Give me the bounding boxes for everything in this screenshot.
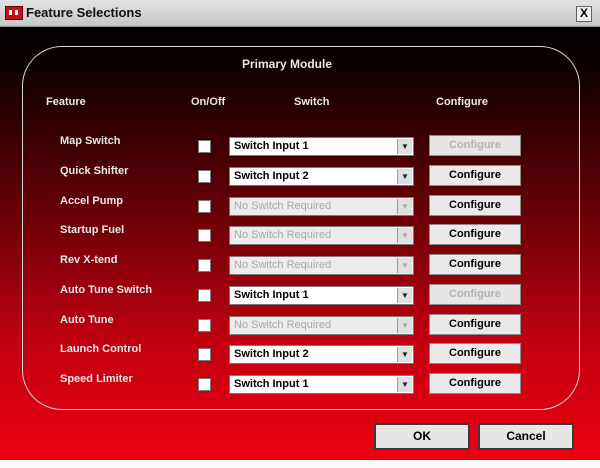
feature-enable-checkbox[interactable] [198,318,211,332]
window-title: Feature Selections [26,5,142,20]
chevron-down-icon[interactable]: ▼ [397,258,412,273]
header-onoff: On/Off [191,96,226,108]
feature-label: Accel Pump [60,194,123,207]
feature-selections-window: Feature Selections X Primary Module Feat… [0,0,600,468]
feature-label: Auto Tune [60,313,114,326]
feature-label: Launch Control [60,343,142,356]
feature-row: Auto Tune No Switch Required ▼ Configure [0,313,600,340]
switch-dropdown-value: No Switch Required [234,199,332,212]
feature-label: Quick Shifter [60,164,129,177]
feature-enable-checkbox[interactable] [198,378,211,391]
close-button[interactable]: X [576,6,592,22]
bottom-strip [0,460,600,468]
feature-row: Speed Limiter Switch Input 1 ▼ Configure [0,373,600,399]
configure-button[interactable]: Configure [429,283,521,305]
switch-dropdown[interactable]: Switch Input 2 ▼ [229,166,414,186]
switch-dropdown-value: No Switch Required [234,318,332,331]
switch-dropdown[interactable]: No Switch Required ▼ [229,226,414,246]
switch-dropdown[interactable]: Switch Input 1 ▼ [229,285,414,305]
chevron-down-icon[interactable]: ▼ [397,228,412,244]
feature-label: Map Switch [60,135,121,147]
switch-dropdown-value: Switch Input 1 [234,140,309,152]
group-label: Primary Module [242,57,333,71]
feature-row: Startup Fuel No Switch Required ▼ Configure [0,224,600,250]
switch-dropdown[interactable]: Switch Input 1 ▼ [229,375,414,394]
configure-button[interactable]: Configure [429,194,521,216]
switch-dropdown-value: No Switch Required [234,259,332,271]
feature-row: Quick Shifter Switch Input 2 ▼ Configure [0,164,600,191]
feature-row: Launch Control Switch Input 2 ▼ Configure [0,343,600,369]
switch-dropdown[interactable]: No Switch Required ▼ [229,256,414,275]
switch-dropdown[interactable]: No Switch Required ▼ [229,196,414,216]
configure-button[interactable]: Configure [429,254,521,275]
switch-dropdown-value: Switch Input 2 [234,169,309,182]
feature-enable-checkbox[interactable] [198,259,211,272]
configure-button[interactable]: Configure [429,373,521,394]
switch-dropdown-value: Switch Input 1 [234,288,309,301]
feature-label: Startup Fuel [60,224,125,237]
switch-dropdown-value: Switch Input 2 [234,348,309,361]
header-configure: Configure [436,96,488,108]
feature-enable-checkbox[interactable] [198,169,211,183]
switch-dropdown-value: No Switch Required [234,229,332,242]
switch-dropdown-value: Switch Input 1 [234,378,309,390]
configure-button[interactable]: Configure [429,313,521,335]
app-icon [5,6,23,20]
feature-row: Accel Pump No Switch Required ▼ Configure [0,194,600,221]
cancel-button[interactable]: Cancel [478,423,574,450]
ok-button[interactable]: OK [374,423,470,450]
feature-row: Rev X-tend No Switch Required ▼ Configure [0,254,600,280]
feature-enable-checkbox[interactable] [198,199,211,213]
header-feature: Feature [46,96,86,108]
feature-label: Auto Tune Switch [60,283,153,296]
feature-row: Map Switch Switch Input 1 ▼ Configure [0,135,600,161]
configure-button[interactable]: Configure [429,135,521,156]
feature-enable-checkbox[interactable] [198,229,211,243]
configure-button[interactable]: Configure [429,343,521,365]
chevron-down-icon[interactable]: ▼ [397,168,412,184]
feature-enable-checkbox[interactable] [198,288,211,302]
chevron-down-icon[interactable]: ▼ [397,198,412,214]
feature-enable-checkbox[interactable] [198,348,211,362]
configure-button[interactable]: Configure [429,224,521,246]
chevron-down-icon[interactable]: ▼ [397,377,412,392]
chevron-down-icon[interactable]: ▼ [397,317,412,333]
feature-label: Speed Limiter [60,373,133,385]
chevron-down-icon[interactable]: ▼ [397,139,412,154]
switch-dropdown[interactable]: Switch Input 1 ▼ [229,137,414,156]
configure-button[interactable]: Configure [429,164,521,186]
chevron-down-icon[interactable]: ▼ [397,287,412,303]
switch-dropdown[interactable]: Switch Input 2 ▼ [229,345,414,365]
header-switch: Switch [294,96,330,108]
feature-row: Auto Tune Switch Switch Input 1 ▼ Configure [0,283,600,310]
feature-label: Rev X-tend [60,254,118,266]
title-bar[interactable]: Feature Selections X [0,0,600,27]
switch-dropdown[interactable]: No Switch Required ▼ [229,315,414,335]
feature-enable-checkbox[interactable] [198,140,211,153]
chevron-down-icon[interactable]: ▼ [397,347,412,363]
